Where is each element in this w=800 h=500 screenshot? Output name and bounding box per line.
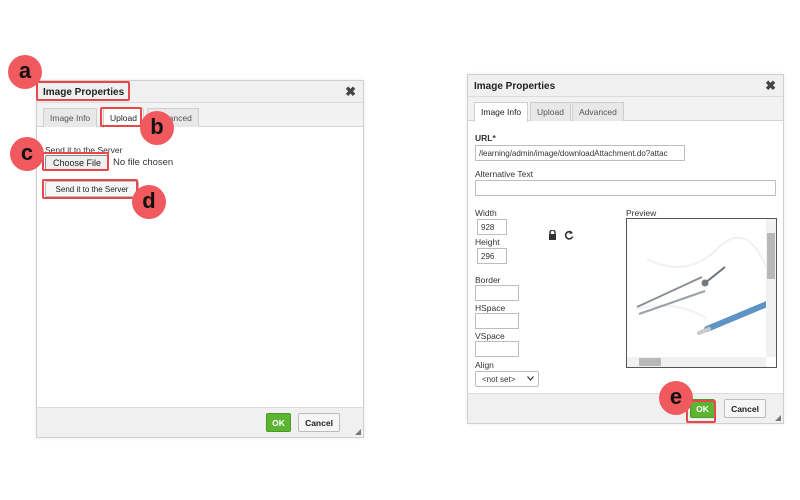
tab-advanced[interactable]: Advanced (572, 102, 624, 121)
align-select[interactable]: <not set> (475, 371, 539, 387)
align-select-value: <not set> (482, 375, 516, 384)
image-properties-dialog-left: Image Properties ✖ Image Info Upload Adv… (36, 80, 364, 438)
url-input[interactable]: /learning/admin/image/downloadAttachment… (475, 145, 685, 161)
border-input[interactable] (475, 285, 519, 301)
highlight-choose-file (42, 152, 109, 171)
height-label: Height (475, 237, 500, 247)
vertical-scrollbar[interactable] (766, 219, 776, 357)
tab-bar: Image Info Upload Advanced (468, 97, 783, 122)
resize-handle-icon[interactable] (355, 429, 361, 435)
hspace-input[interactable] (475, 313, 519, 329)
marker-e: e (659, 381, 693, 415)
dialog-footer: OK Cancel (37, 407, 363, 437)
preview-image (627, 219, 776, 367)
marker-b: b (140, 111, 174, 145)
dialog-title: Image Properties (468, 75, 783, 97)
marker-c: c (10, 137, 44, 171)
border-label: Border (475, 275, 501, 285)
width-input[interactable]: 928 (477, 219, 507, 235)
vspace-label: VSpace (475, 331, 505, 341)
horizontal-scroll-thumb[interactable] (639, 358, 661, 366)
highlight-send-button (42, 179, 138, 199)
preview-box (626, 218, 777, 368)
tab-upload[interactable]: Upload (530, 102, 571, 121)
dialog-footer: OK Cancel (468, 393, 783, 423)
tab-bar: Image Info Upload Advanced (37, 103, 363, 128)
close-icon[interactable]: ✖ (765, 78, 776, 94)
highlight-upload-tab (100, 107, 142, 127)
chevron-down-icon (527, 376, 534, 381)
highlight-title (36, 81, 130, 101)
marker-a: a (8, 55, 42, 89)
alt-text-input[interactable] (475, 180, 776, 196)
vertical-scroll-thumb[interactable] (767, 233, 775, 279)
close-icon[interactable]: ✖ (345, 84, 356, 100)
image-properties-dialog-right: Image Properties ✖ Image Info Upload Adv… (467, 74, 784, 424)
cancel-button[interactable]: Cancel (298, 413, 340, 432)
cancel-button[interactable]: Cancel (724, 399, 766, 418)
alt-text-label: Alternative Text (475, 169, 533, 179)
preview-label: Preview (626, 208, 657, 218)
height-input[interactable]: 296 (477, 248, 507, 264)
no-file-text: No file chosen (113, 157, 174, 168)
vspace-input[interactable] (475, 341, 519, 357)
url-label: URL* (475, 133, 496, 143)
align-label: Align (475, 360, 494, 370)
tab-image-info[interactable]: Image Info (474, 102, 529, 122)
ok-button[interactable]: OK (266, 413, 291, 432)
marker-d: d (132, 185, 166, 219)
tab-image-info[interactable]: Image Info (43, 108, 98, 127)
reset-size-icon[interactable] (564, 230, 574, 240)
lock-icon[interactable] (548, 230, 557, 240)
horizontal-scrollbar[interactable] (627, 357, 766, 367)
width-label: Width (475, 208, 497, 218)
resize-handle-icon[interactable] (775, 415, 781, 421)
hspace-label: HSpace (475, 303, 506, 313)
